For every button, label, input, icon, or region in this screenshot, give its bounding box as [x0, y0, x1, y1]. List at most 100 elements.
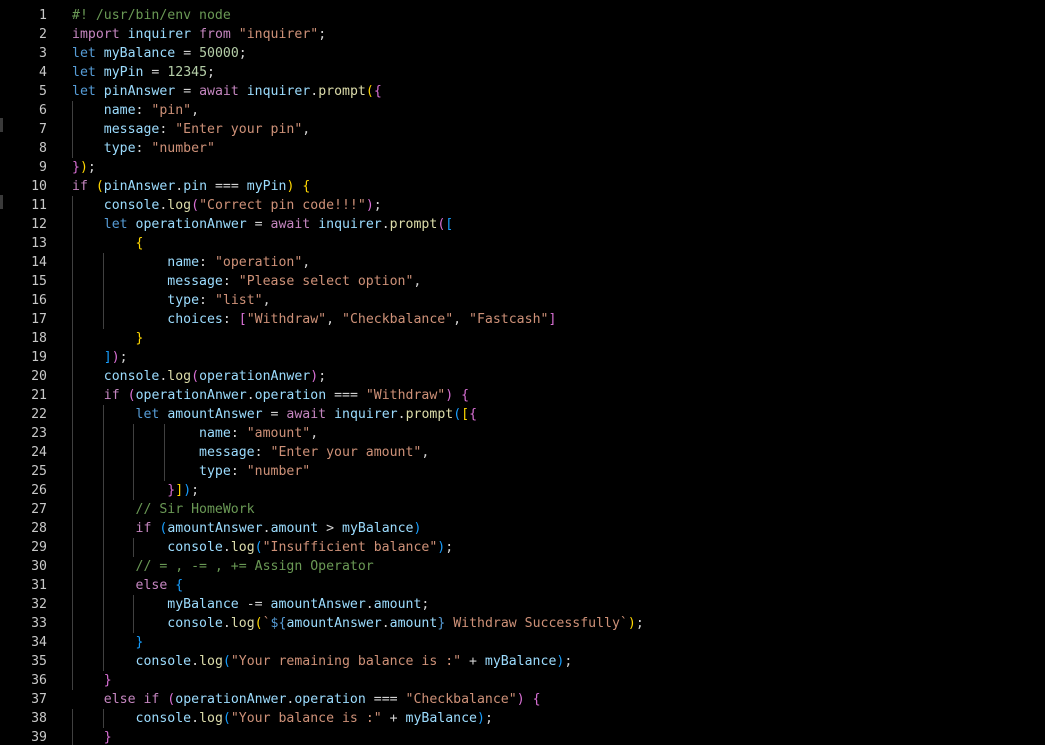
- code-text: #! /usr/bin/env node: [72, 6, 231, 25]
- code-token: [: [461, 407, 470, 422]
- code-line[interactable]: 33 console.log(`${amountAnswer.amount} W…: [0, 614, 1045, 633]
- code-token: ;: [635, 616, 644, 631]
- code-line[interactable]: 23 name: "amount",: [0, 424, 1045, 443]
- code-line[interactable]: 28 if (amountAnswer.amount > myBalance): [0, 519, 1045, 538]
- code-token: choices: [167, 312, 223, 327]
- code-token: amount: [373, 597, 422, 612]
- code-token: "number": [151, 141, 215, 156]
- line-number: 34: [31, 635, 47, 650]
- code-line[interactable]: 16 type: "list",: [0, 291, 1045, 310]
- code-token: ,: [191, 103, 200, 118]
- code-token: "amount": [246, 426, 311, 441]
- code-token: "Please select option": [238, 274, 414, 289]
- code-token: ===: [207, 179, 247, 194]
- code-token: log: [167, 369, 192, 384]
- code-token: }: [135, 635, 144, 650]
- indent-guide: [72, 196, 73, 690]
- code-token: ;: [373, 198, 382, 213]
- line-number: 15: [31, 274, 47, 289]
- code-text: message: "Enter your amount",: [72, 443, 429, 462]
- code-line[interactable]: 30 // = , -= , += Assign Operator: [0, 557, 1045, 576]
- code-line[interactable]: 1 #! /usr/bin/env node: [0, 6, 1045, 25]
- code-token: else: [135, 578, 168, 593]
- code-line[interactable]: 24 message: "Enter your amount",: [0, 443, 1045, 462]
- code-text: let pinAnswer = await inquirer.prompt({: [72, 82, 382, 101]
- code-line[interactable]: 34 }: [0, 633, 1045, 652]
- code-token: Withdraw Successfully`: [445, 616, 628, 631]
- code-line[interactable]: 20 console.log(operationAnwer);: [0, 367, 1045, 386]
- code-line[interactable]: 5 let pinAnswer = await inquirer.prompt({: [0, 82, 1045, 101]
- code-line[interactable]: 14 name: "operation",: [0, 253, 1045, 272]
- indent-guide: [102, 709, 104, 728]
- code-line[interactable]: 29 console.log("Insufficient balance");: [0, 538, 1045, 557]
- code-editor[interactable]: 1 #! /usr/bin/env node 2 import inquirer fr…: [0, 0, 1045, 745]
- code-token: {: [373, 84, 382, 99]
- code-token: operationAnwer: [199, 369, 311, 384]
- code-token: {: [532, 692, 541, 707]
- code-line[interactable]: 8 type: "number": [0, 139, 1045, 158]
- code-text: ]);: [72, 348, 128, 367]
- code-line[interactable]: 12 let operationAnwer = await inquirer.p…: [0, 215, 1045, 234]
- code-line[interactable]: 17 choices: ["Withdraw", "Checkbalance",…: [0, 310, 1045, 329]
- code-token: :: [199, 293, 215, 308]
- code-line[interactable]: 4 let myPin = 12345;: [0, 63, 1045, 82]
- indent-guide: [133, 424, 135, 500]
- line-number: 10: [31, 179, 47, 194]
- code-line[interactable]: 27 // Sir HomeWork: [0, 500, 1045, 519]
- code-line[interactable]: 26 }]);: [0, 481, 1045, 500]
- code-line[interactable]: 15 message: "Please select option",: [0, 272, 1045, 291]
- line-number: 29: [31, 540, 47, 555]
- code-text: name: "pin",: [72, 101, 199, 120]
- line-number: 20: [31, 369, 47, 384]
- indent-guide: [133, 538, 135, 557]
- code-line[interactable]: 13 {: [0, 234, 1045, 253]
- code-token: [: [238, 312, 247, 327]
- code-line[interactable]: 22 let amountAnswer = await inquirer.pro…: [0, 405, 1045, 424]
- code-text: }: [72, 633, 144, 652]
- code-line[interactable]: 35 console.log("Your remaining balance i…: [0, 652, 1045, 671]
- code-line[interactable]: 36 }: [0, 671, 1045, 690]
- code-line[interactable]: 10 if (pinAnswer.pin === myPin) {: [0, 177, 1045, 196]
- code-token: let: [72, 46, 96, 61]
- code-line[interactable]: 6 name: "pin",: [0, 101, 1045, 120]
- code-text: if (pinAnswer.pin === myPin) {: [72, 177, 310, 196]
- code-token: await: [199, 84, 239, 99]
- line-number: 25: [31, 464, 47, 479]
- line-number: 12: [31, 217, 47, 232]
- code-line[interactable]: 38 console.log("Your balance is :" + myB…: [0, 709, 1045, 728]
- code-token: if: [72, 179, 88, 194]
- code-token: log: [199, 711, 223, 726]
- code-line[interactable]: 9});: [0, 158, 1045, 177]
- line-number: 1: [39, 8, 47, 23]
- code-line[interactable]: 3 let myBalance = 50000;: [0, 44, 1045, 63]
- line-number: 31: [31, 578, 47, 593]
- line-number: 7: [39, 122, 47, 137]
- code-line[interactable]: 19 ]);: [0, 348, 1045, 367]
- code-token: ,: [453, 312, 470, 327]
- code-token: ,: [310, 426, 319, 441]
- code-token: operation: [294, 692, 366, 707]
- code-line[interactable]: 31 else {: [0, 576, 1045, 595]
- code-token: ;: [238, 46, 247, 61]
- code-line[interactable]: 37 else if (operationAnwer.operation ===…: [0, 690, 1045, 709]
- code-line[interactable]: 32 myBalance -= amountAnswer.amount;: [0, 595, 1045, 614]
- code-token: }: [72, 160, 80, 175]
- code-text: else {: [72, 576, 184, 595]
- indent-guide: [72, 101, 73, 158]
- code-token: "Fastcash": [469, 312, 549, 327]
- code-line[interactable]: 18 }: [0, 329, 1045, 348]
- code-line[interactable]: 11 console.log("Correct pin code!!!");: [0, 196, 1045, 215]
- code-line[interactable]: 39 }: [0, 728, 1045, 745]
- code-line[interactable]: 2 import inquirer from "inquirer";: [0, 25, 1045, 44]
- code-token: (: [191, 369, 200, 384]
- code-token: ===: [326, 388, 366, 403]
- code-line[interactable]: 25 type: "number": [0, 462, 1045, 481]
- code-line[interactable]: 7 message: "Enter your pin",: [0, 120, 1045, 139]
- code-line[interactable]: 21 if (operationAnwer.operation === "Wit…: [0, 386, 1045, 405]
